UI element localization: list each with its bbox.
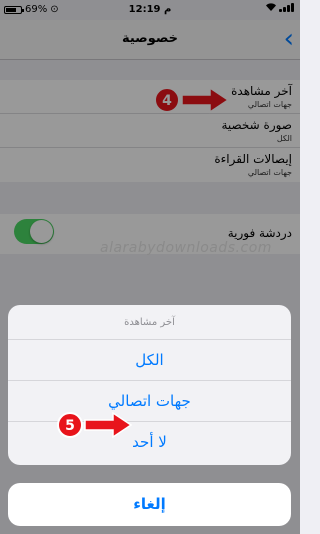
option-my-contacts[interactable]: جهات اتصالي [8,381,291,422]
step-5-arrow-marker: 5 [57,411,133,439]
option-nobody[interactable]: لا أحد [8,422,291,463]
cancel-button[interactable]: إلغاء [8,483,291,526]
step-5-label: 5 [65,418,75,434]
option-nobody-label: لا أحد [132,433,167,451]
action-sheet-title: آخر مشاهدة [8,305,291,340]
option-everyone[interactable]: الكل [8,340,291,381]
action-sheet: آخر مشاهدة الكل جهات اتصالي لا أحد [8,305,291,465]
